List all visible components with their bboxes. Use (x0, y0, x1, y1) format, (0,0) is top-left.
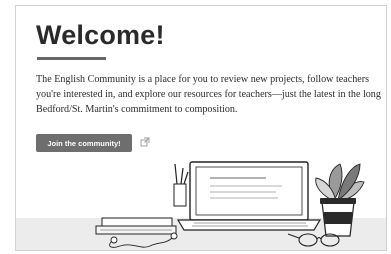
page-title: Welcome! (36, 20, 165, 50)
title-underline (37, 57, 106, 60)
book-stack (95, 217, 177, 235)
welcome-panel: Welcome! The English Community is a plac… (15, 5, 387, 251)
pencil-cup (173, 163, 189, 207)
desk-illustration (16, 161, 386, 250)
coffee-cup (320, 198, 356, 237)
welcome-description: The English Community is a place for you… (36, 74, 381, 115)
laptop (176, 161, 322, 231)
join-community-button[interactable]: Join the community! (36, 134, 132, 152)
external-link-icon[interactable] (140, 137, 150, 147)
plant (315, 163, 365, 203)
